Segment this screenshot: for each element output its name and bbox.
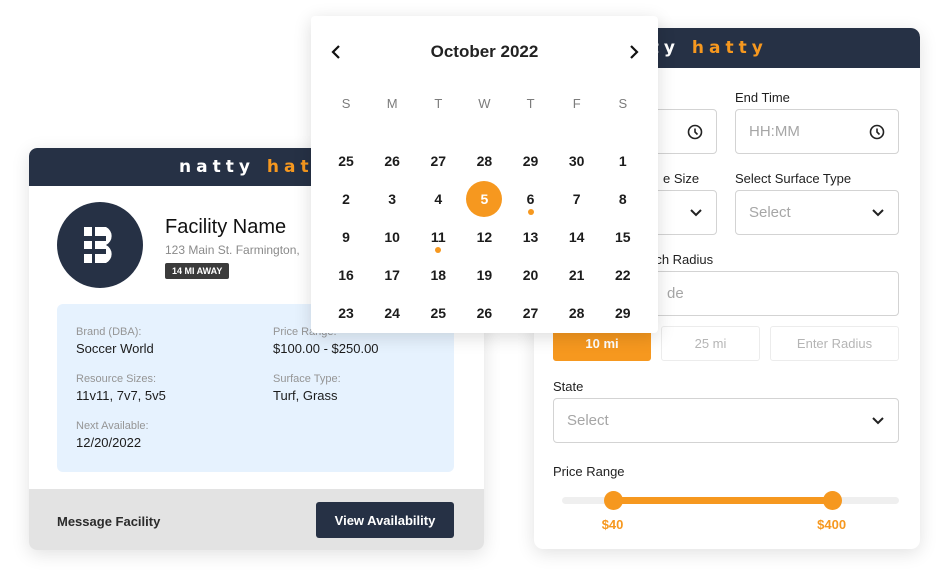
date-picker-popup: October 2022 SMTWTFS 25 26 27 28 29 30 1 2 3 4 5 6 7… <box>311 16 658 333</box>
day-number: 26 <box>384 153 400 169</box>
day-number: 18 <box>430 267 447 283</box>
brand-name-part2: hatty <box>691 38 768 58</box>
day-number: 30 <box>568 153 585 169</box>
price-min-value: $40 <box>601 517 624 532</box>
state-placeholder: Select <box>567 412 609 429</box>
day-number: 9 <box>342 229 350 245</box>
day-number: 29 <box>522 153 539 169</box>
day-number: 5 <box>466 181 503 217</box>
radius-custom-input[interactable]: Enter Radius <box>770 326 899 361</box>
detail-next-available: Next Available: 12/20/2022 <box>76 420 149 450</box>
day-number: 17 <box>384 267 400 283</box>
day-number: 21 <box>568 267 585 283</box>
clock-icon <box>687 124 703 140</box>
facility-header: Facility Name 123 Main St. Farmington, 1… <box>57 202 300 288</box>
surface-type-label: Select Surface Type <box>735 171 852 186</box>
day-number: 14 <box>568 229 585 245</box>
day-number: 23 <box>338 305 354 321</box>
calendar-day[interactable]: 23 <box>323 304 369 342</box>
detail-label: Surface Type: <box>273 373 341 385</box>
calendar-day[interactable]: 24 <box>369 304 415 342</box>
day-number: 15 <box>615 229 631 245</box>
day-number: 13 <box>522 229 539 245</box>
chevron-right-icon[interactable] <box>623 41 645 63</box>
day-number: 16 <box>338 267 354 283</box>
calendar-day[interactable]: 26 <box>461 304 507 342</box>
facility-name: Facility Name <box>165 216 287 238</box>
state-select[interactable]: Select <box>553 398 899 443</box>
search-radius-label: rch Radius <box>651 252 714 267</box>
calendar-month-title: October 2022 <box>430 42 539 61</box>
day-number: 10 <box>384 229 400 245</box>
surface-type-select[interactable]: Select <box>735 190 899 235</box>
calendar-day[interactable]: 27 <box>508 304 554 342</box>
chevron-down-icon <box>871 416 885 426</box>
day-number: 7 <box>572 191 581 207</box>
detail-label: Resource Sizes: <box>76 373 157 385</box>
chevron-down-icon <box>689 208 703 218</box>
price-range-fill <box>612 497 832 504</box>
day-number: 28 <box>568 305 585 321</box>
detail-label: Brand (DBA): <box>76 326 142 338</box>
day-number: 27 <box>430 153 447 169</box>
price-max-value: $400 <box>817 517 847 532</box>
zip-code-placeholder: de <box>667 285 684 302</box>
facility-logo-icon <box>57 202 143 288</box>
clock-icon <box>869 124 885 140</box>
day-number: 19 <box>476 267 493 283</box>
day-number: 28 <box>476 153 493 169</box>
detail-value: 12/20/2022 <box>76 435 142 450</box>
day-number: 12 <box>476 229 493 245</box>
day-number: 24 <box>384 305 400 321</box>
end-time-label: End Time <box>735 90 790 105</box>
day-number: 26 <box>476 305 493 321</box>
end-time-input[interactable]: HH:MM <box>735 109 899 154</box>
detail-value: 11v11, 7v7, 5v5 <box>76 388 166 403</box>
detail-value: Turf, Grass <box>273 388 338 403</box>
day-number: 4 <box>434 191 443 207</box>
state-label: State <box>553 379 584 394</box>
calendar-day[interactable]: 25 <box>415 304 461 342</box>
day-number: 1 <box>618 153 627 169</box>
day-number: 3 <box>388 191 397 207</box>
detail-value: $100.00 - $250.00 <box>273 341 379 356</box>
detail-brand: Brand (DBA): Soccer World <box>76 326 154 356</box>
day-number: 25 <box>430 305 447 321</box>
distance-badge: 14 MI AWAY <box>165 263 230 279</box>
brand-name-part1: natty <box>179 157 255 177</box>
day-number: 29 <box>615 305 631 321</box>
message-facility-link[interactable]: Message Facility <box>57 514 160 529</box>
calendar-day[interactable]: 28 <box>554 304 600 342</box>
event-indicator-dot <box>527 209 534 215</box>
price-range-label: Price Range <box>553 464 625 479</box>
calendar-grid: SMTWTFS 25 26 27 28 29 30 1 2 3 4 5 6 7 8 9 10 11 12 13 14 1… <box>323 94 646 342</box>
facility-address: 123 Main St. Farmington, <box>165 243 300 257</box>
surface-type-placeholder: Select <box>749 204 791 221</box>
end-time-placeholder: HH:MM <box>749 123 800 140</box>
day-number: 20 <box>522 267 539 283</box>
radius-option-25mi[interactable]: 25 mi <box>661 326 760 361</box>
resource-size-label: e Size <box>663 171 700 186</box>
day-number: 25 <box>338 153 354 169</box>
day-number: 22 <box>615 267 631 283</box>
price-max-handle[interactable] <box>822 491 842 510</box>
detail-resource-sizes: Resource Sizes: 11v11, 7v7, 5v5 <box>76 373 166 403</box>
detail-value: Soccer World <box>76 341 154 356</box>
view-availability-button[interactable]: View Availability <box>316 502 454 538</box>
calendar-day[interactable]: 29 <box>600 304 646 342</box>
day-number: 27 <box>522 305 539 321</box>
price-range-slider[interactable] <box>562 491 899 510</box>
calendar-week-row: 23 24 25 26 27 28 29 <box>323 304 646 342</box>
chevron-down-icon <box>871 208 885 218</box>
detail-label: Next Available: <box>76 420 149 432</box>
facility-card-footer: Message Facility View Availability <box>29 489 484 550</box>
day-number: 8 <box>618 191 627 207</box>
day-number: 2 <box>342 191 350 207</box>
detail-surface-type: Surface Type: Turf, Grass <box>273 373 341 403</box>
price-min-handle[interactable] <box>603 491 623 510</box>
